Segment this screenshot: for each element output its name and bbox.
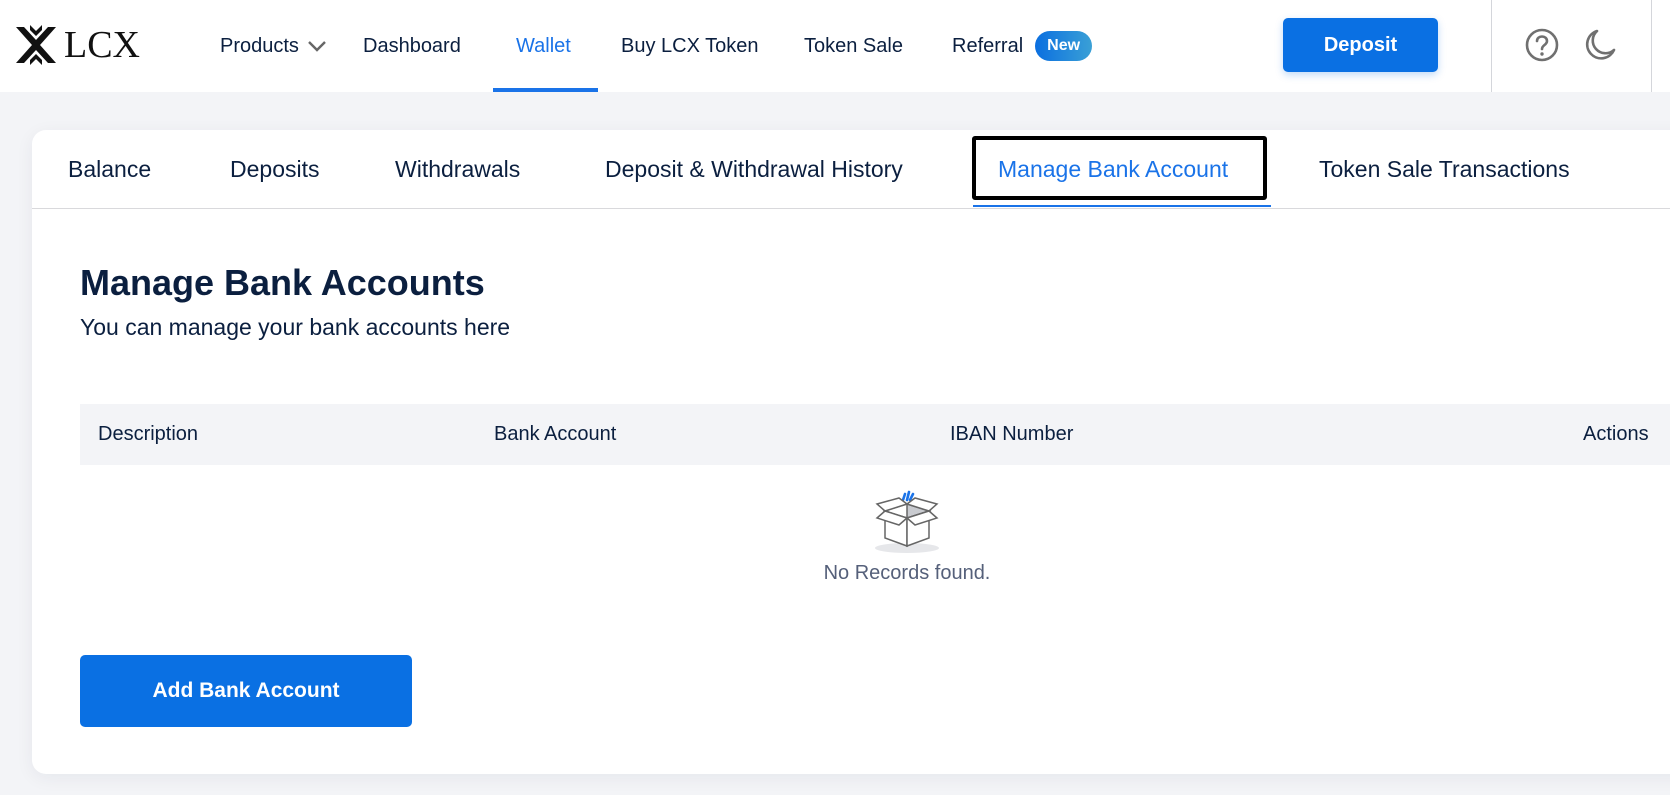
add-bank-account-button[interactable]: Add Bank Account — [80, 655, 412, 727]
nav-active-indicator — [493, 88, 598, 92]
tab-manage-bank-account-label: Manage Bank Account — [998, 155, 1229, 182]
column-bank-account: Bank Account — [494, 423, 617, 445]
empty-box-icon — [875, 490, 939, 553]
nav-token-sale[interactable]: Token Sale — [804, 0, 903, 92]
nav-referral[interactable]: Referral New — [952, 0, 1093, 92]
tab-token-sale-transactions[interactable]: Token Sale Transactions — [1319, 130, 1570, 208]
top-navbar: LCX Products Dashboard Wallet Buy LCX To… — [0, 0, 1670, 92]
wallet-tabs: Balance Deposits Withdrawals Deposit & W… — [32, 130, 1670, 209]
tab-token-sale-transactions-label: Token Sale Transactions — [1319, 155, 1570, 182]
nav-products-label: Products — [220, 34, 299, 57]
page-title: Manage Bank Accounts — [80, 262, 485, 303]
help-button[interactable] — [1523, 26, 1561, 64]
tab-active-indicator — [973, 205, 1271, 207]
nav-referral-label: Referral — [952, 34, 1024, 57]
dark-mode-moon-icon — [1585, 29, 1616, 60]
lcx-logo-icon — [16, 25, 56, 65]
page-subtitle: You can manage your bank accounts here — [80, 314, 511, 340]
tab-withdrawals-label: Withdrawals — [395, 155, 521, 182]
nav-wallet[interactable]: Wallet — [516, 0, 571, 92]
header-divider-right — [1651, 0, 1652, 92]
nav-token-sale-label: Token Sale — [804, 34, 903, 57]
lcx-logo[interactable]: LCX — [14, 22, 140, 68]
bank-accounts-table-header: Description Bank Account IBAN Number Act… — [80, 404, 1670, 465]
tab-manage-bank-account[interactable]: Manage Bank Account — [998, 130, 1228, 208]
tab-balance[interactable]: Balance — [68, 130, 151, 208]
tab-withdrawals[interactable]: Withdrawals — [395, 130, 520, 208]
new-badge: New — [1035, 31, 1093, 61]
deposit-button[interactable]: Deposit — [1283, 18, 1438, 72]
wallet-card: Balance Deposits Withdrawals Deposit & W… — [32, 130, 1670, 774]
column-iban-number: IBAN Number — [950, 423, 1074, 445]
nav-dashboard-label: Dashboard — [363, 34, 461, 57]
tab-balance-label: Balance — [68, 155, 152, 182]
no-records-text: No Records found. — [823, 562, 991, 584]
tab-deposits-label: Deposits — [230, 155, 320, 182]
nav-buy-lcx-token-label: Buy LCX Token — [621, 34, 759, 57]
nav-dashboard[interactable]: Dashboard — [363, 0, 461, 92]
tab-deposit-withdrawal-history[interactable]: Deposit & Withdrawal History — [605, 130, 903, 208]
nav-products[interactable]: Products — [220, 0, 327, 92]
chevron-down-icon — [308, 41, 326, 52]
nav-buy-lcx-token[interactable]: Buy LCX Token — [621, 0, 759, 92]
tab-history-label: Deposit & Withdrawal History — [605, 155, 903, 182]
header-divider — [1491, 0, 1492, 92]
empty-state: No Records found. — [802, 490, 1012, 585]
logo-text: LCX — [64, 24, 140, 66]
theme-toggle-button[interactable] — [1581, 26, 1619, 64]
nav-wallet-label: Wallet — [516, 34, 571, 57]
help-icon — [1525, 28, 1559, 62]
column-actions: Actions — [1583, 423, 1649, 445]
column-description: Description — [98, 423, 199, 445]
tab-deposits[interactable]: Deposits — [230, 130, 319, 208]
